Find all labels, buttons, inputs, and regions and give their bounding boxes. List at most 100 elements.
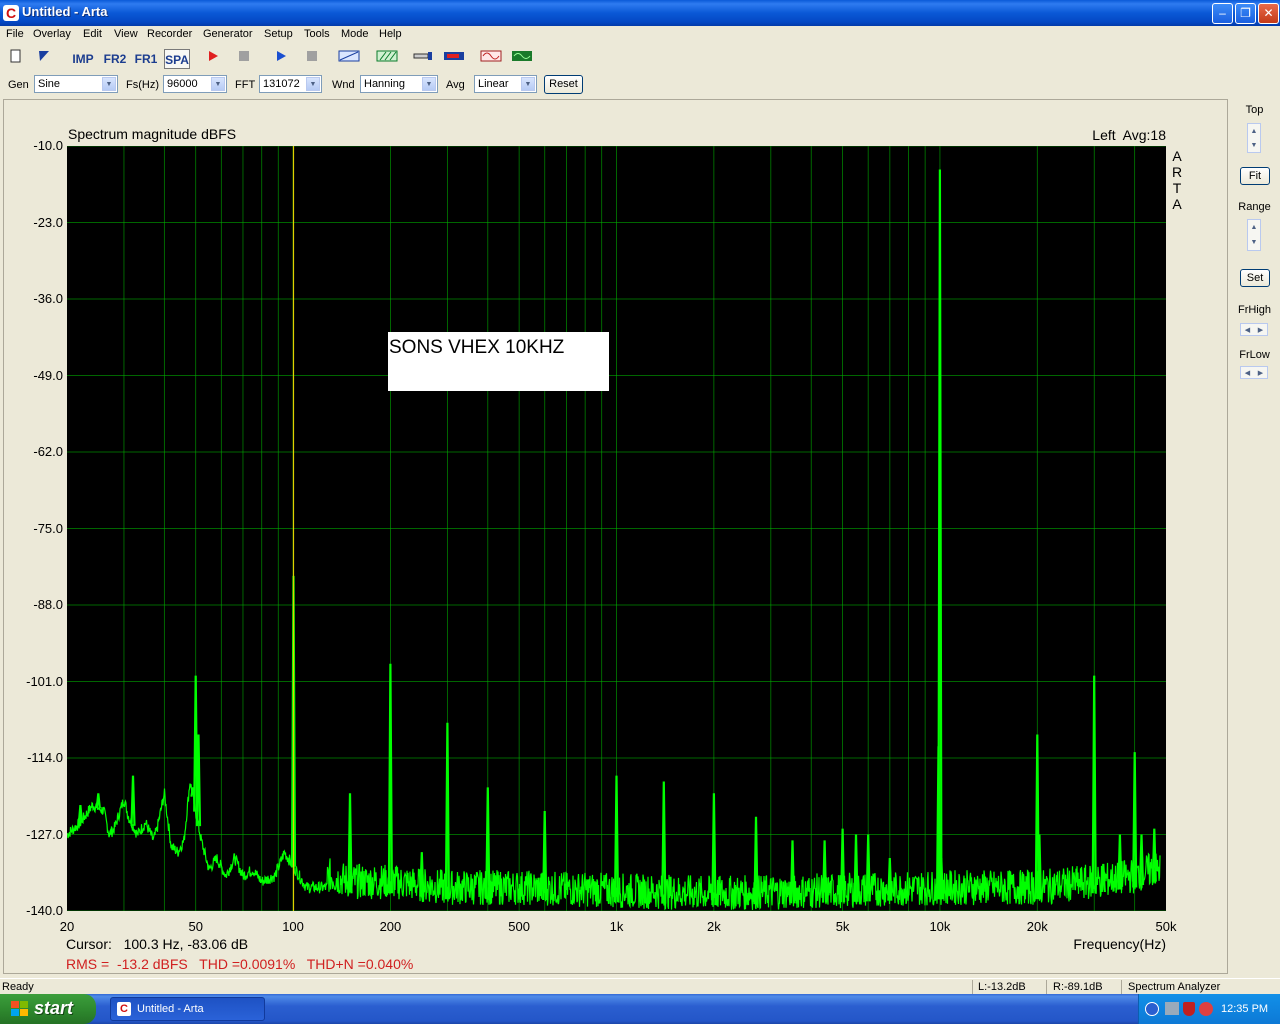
chevron-down-icon[interactable]: ▼ <box>521 77 535 91</box>
top-spinner[interactable]: ▲ ▼ <box>1247 123 1261 153</box>
network-icon[interactable] <box>1165 1002 1179 1015</box>
toolbar: IMP FR2 FR1 SPA <box>0 47 1280 71</box>
fft-size-select[interactable]: 131072 ▼ <box>259 75 322 93</box>
text-label-icon[interactable] <box>337 49 361 69</box>
wnd-label: Wnd <box>332 79 355 91</box>
waveform-icon[interactable] <box>510 49 534 69</box>
spin-right-icon[interactable]: ▶ <box>1258 326 1263 334</box>
cable-icon[interactable] <box>411 49 435 69</box>
y-tick-label: -114.0 <box>27 750 63 765</box>
x-tick-label: 200 <box>379 919 402 934</box>
record-icon[interactable] <box>202 49 224 69</box>
spectrum-mode-button[interactable]: SPA <box>164 49 190 69</box>
status-divider <box>972 980 973 994</box>
spa-label: SPA <box>165 53 189 67</box>
y-tick-label: -62.0 <box>33 444 63 459</box>
menu-recorder[interactable]: Recorder <box>147 28 192 40</box>
set-button[interactable]: Set <box>1240 269 1270 287</box>
menu-view[interactable]: View <box>114 28 138 40</box>
chevron-down-icon[interactable]: ▼ <box>422 77 436 91</box>
meter-icon[interactable] <box>442 49 466 69</box>
status-left-level: L:-13.2dB <box>978 981 1026 993</box>
impulse-mode-button[interactable]: IMP <box>70 49 96 69</box>
menu-mode[interactable]: Mode <box>341 28 369 40</box>
frlow-spinner[interactable]: ◀ ▶ <box>1240 366 1268 379</box>
menu-generator[interactable]: Generator <box>203 28 253 40</box>
range-spinner[interactable]: ▲ ▼ <box>1247 219 1261 251</box>
generator-select[interactable]: Sine ▼ <box>34 75 118 93</box>
scope-icon[interactable] <box>479 49 503 69</box>
arta-app-icon[interactable]: C <box>3 5 19 21</box>
spectrum-plot[interactable] <box>67 146 1166 911</box>
chevron-down-icon[interactable]: ▼ <box>102 77 116 91</box>
averaging-value: Linear <box>478 78 509 90</box>
spin-up-icon[interactable]: ▲ <box>1248 220 1260 235</box>
spin-left-icon[interactable]: ◀ <box>1245 369 1250 377</box>
status-ready: Ready <box>2 981 34 993</box>
start-label: start <box>34 998 74 1018</box>
play-icon[interactable] <box>270 49 292 69</box>
fr1-mode-button[interactable]: FR1 <box>133 49 159 69</box>
x-tick-label: 20k <box>1026 919 1048 934</box>
sample-rate-select[interactable]: 96000 ▼ <box>163 75 227 93</box>
grid-pattern-icon[interactable] <box>375 49 399 69</box>
tray-expand-icon[interactable] <box>1145 1002 1159 1016</box>
menu-tools[interactable]: Tools <box>304 28 330 40</box>
menu-bar: File Overlay Edit View Recorder Generato… <box>0 26 1280 44</box>
status-divider <box>1121 980 1122 994</box>
settings-bar: Gen Sine ▼ Fs(Hz) 96000 ▼ FFT 131072 ▼ W… <box>0 73 1280 97</box>
close-button[interactable]: ✕ <box>1258 3 1279 24</box>
spin-down-icon[interactable]: ▼ <box>1248 138 1260 152</box>
averaging-select[interactable]: Linear ▼ <box>474 75 537 93</box>
channel-info: Left Avg:18 <box>1092 127 1166 143</box>
x-tick-label: 50k <box>1155 919 1177 934</box>
open-file-icon[interactable] <box>33 49 55 69</box>
spin-down-icon[interactable]: ▼ <box>1248 235 1260 250</box>
chevron-down-icon[interactable]: ▼ <box>306 77 320 91</box>
y-tick-label: -88.0 <box>33 597 63 612</box>
frhigh-label: FrHigh <box>1237 304 1271 316</box>
window-select[interactable]: Hanning ▼ <box>360 75 438 93</box>
menu-edit[interactable]: Edit <box>83 28 102 40</box>
chevron-down-icon[interactable]: ▼ <box>211 77 225 91</box>
range-label: Range <box>1238 201 1271 213</box>
minimize-button[interactable]: – <box>1212 3 1233 24</box>
chart-title: Spectrum magnitude dBFS <box>68 126 237 142</box>
system-tray: 12:35 PM <box>1138 994 1280 1024</box>
x-tick-label: 1k <box>609 919 624 934</box>
reset-button[interactable]: Reset <box>544 75 583 94</box>
frhigh-spinner[interactable]: ◀ ▶ <box>1240 323 1268 336</box>
brand-letter: A <box>1172 148 1182 164</box>
generator-value: Sine <box>38 78 61 90</box>
spin-left-icon[interactable]: ◀ <box>1245 326 1250 334</box>
start-button[interactable]: start <box>0 994 96 1024</box>
fft-label: FFT <box>235 79 256 91</box>
antivirus-icon[interactable] <box>1199 1002 1213 1016</box>
taskbar: start C Untitled - Arta 12:35 PM <box>0 994 1280 1024</box>
fit-button[interactable]: Fit <box>1240 167 1270 185</box>
spin-up-icon[interactable]: ▲ <box>1248 124 1260 138</box>
title-bar[interactable]: C Untitled - Arta – ❐ ✕ <box>0 0 1280 26</box>
y-tick-label: -23.0 <box>33 214 63 230</box>
spin-right-icon[interactable]: ▶ <box>1258 369 1263 377</box>
stop-generator-icon[interactable] <box>301 49 323 69</box>
fr2-mode-button[interactable]: FR2 <box>102 49 128 69</box>
windows-logo-icon <box>11 1001 28 1016</box>
security-shield-icon[interactable] <box>1183 1002 1195 1016</box>
x-tick-label: 50 <box>188 919 203 934</box>
menu-file[interactable]: File <box>6 28 24 40</box>
menu-setup[interactable]: Setup <box>264 28 293 40</box>
y-tick-label: -127.0 <box>26 826 63 842</box>
status-divider <box>1046 980 1047 994</box>
new-file-icon[interactable] <box>5 49 27 69</box>
taskbar-app-button[interactable]: C Untitled - Arta <box>110 997 265 1021</box>
x-tick-label: 5k <box>835 919 850 934</box>
status-right-level: R:-89.1dB <box>1053 981 1103 993</box>
x-tick-label: 100 <box>282 919 304 934</box>
restore-button[interactable]: ❐ <box>1235 3 1256 24</box>
arta-app-icon: C <box>117 1002 131 1016</box>
fs-label: Fs(Hz) <box>126 79 159 91</box>
menu-overlay[interactable]: Overlay <box>33 28 71 40</box>
stop-icon[interactable] <box>233 49 255 69</box>
menu-help[interactable]: Help <box>379 28 402 40</box>
